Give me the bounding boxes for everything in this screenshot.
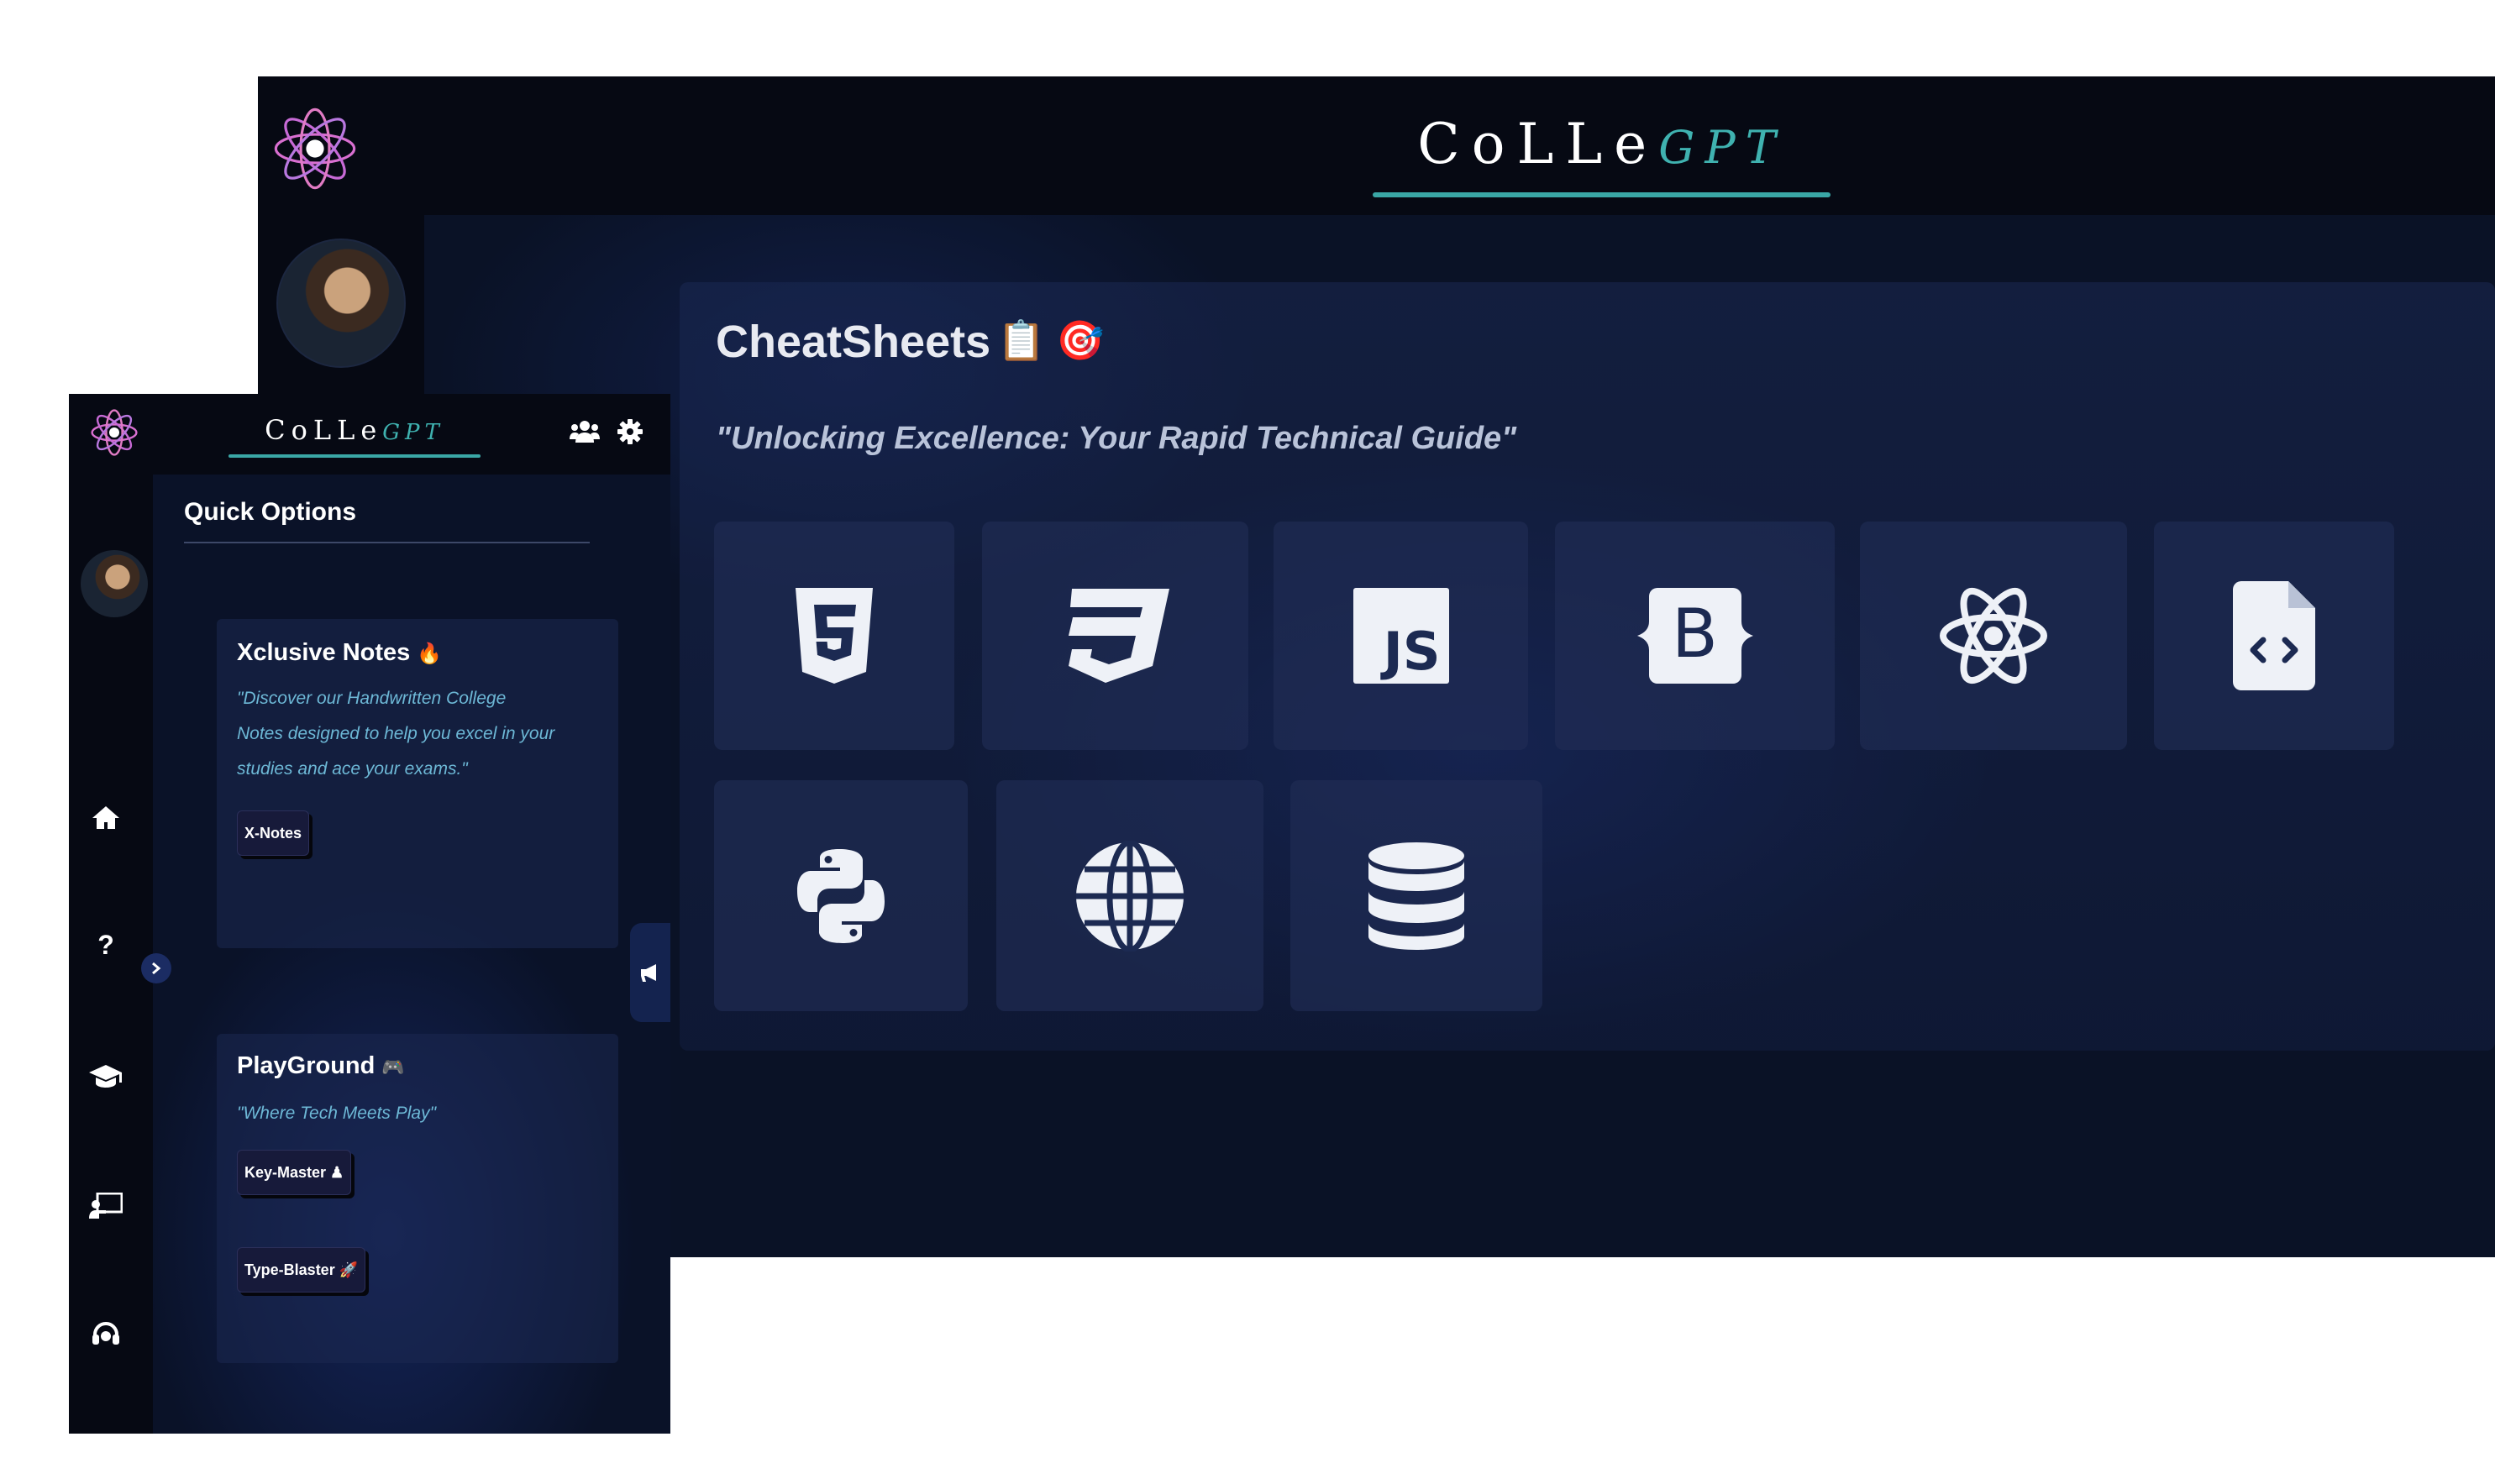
users-icon[interactable] [570,419,600,444]
desc-line: "Discover our Handwritten College [237,689,507,708]
brand-title: CoLLeGPT [1373,112,1831,179]
nav-support[interactable] [87,1316,124,1353]
css-cheatsheet-tile[interactable] [982,522,1248,750]
web-cheatsheet-tile[interactable] [996,780,1263,1011]
type-blaster-button[interactable]: Type-Blaster 🚀 [237,1247,366,1293]
app-logo-icon[interactable] [271,104,360,193]
brand-title-part-b: GPT [382,420,444,445]
bootstrap-cheatsheet-tile[interactable]: B [1555,522,1835,750]
question-icon: ? [97,929,114,960]
brand-underline [228,454,481,458]
gamepad-icon: 🎮 [381,1057,405,1078]
python-cheatsheet-tile[interactable] [714,780,968,1011]
css3-icon [1068,589,1169,683]
cheatsheets-title-icons: 📋 🎯 [997,318,1105,362]
brand-underline [1373,192,1831,197]
user-avatar[interactable] [276,239,406,368]
html-cheatsheet-tile[interactable] [714,522,954,750]
announcement-tab[interactable] [630,923,670,1022]
cheatsheets-panel: CheatSheets 📋 🎯 "Unlocking Excellence: Y… [680,282,2495,1051]
brand-title-part-a: CoLLe [265,414,383,446]
cheatsheets-subtitle: "Unlocking Excellence: Your Rapid Techni… [716,421,1517,456]
bootstrap-icon-label: B [1672,595,1718,673]
brand-title: CoLLeGPT [228,414,481,446]
quick-options-divider [184,542,590,543]
xclusive-notes-title: Xclusive Notes 🔥 [237,639,442,667]
code-file-cheatsheet-tile[interactable] [2154,522,2394,750]
playground-title-text: PlayGround [237,1052,376,1079]
globe-icon [1076,840,1184,952]
database-cheatsheet-tile[interactable] [1290,780,1542,1011]
xclusive-notes-card: Xclusive Notes 🔥 "Discover our Handwritt… [217,619,618,948]
javascript-icon-label: JS [1383,621,1441,682]
xclusive-notes-description: "Discover our Handwritten College Notes … [237,681,554,787]
xclusive-notes-title-text: Xclusive Notes [237,639,411,666]
user-avatar[interactable] [81,550,148,617]
python-icon [797,848,885,943]
javascript-cheatsheet-tile[interactable]: JS [1274,522,1528,750]
react-icon [1940,587,2047,684]
home-icon [92,806,119,829]
app-logo-icon[interactable] [89,407,139,458]
cheatsheets-title: CheatSheets [716,317,991,367]
playground-description: "Where Tech Meets Play" [237,1104,437,1123]
playground-card: PlayGround 🎮 "Where Tech Meets Play" Key… [217,1034,618,1363]
brand-title-part-a: CoLLe [1417,112,1659,176]
key-master-button[interactable]: Key-Master ♟ [237,1150,352,1195]
brand-title-part-b: GPT [1658,121,1786,174]
x-notes-button[interactable]: X-Notes [237,810,310,856]
chalkboard-teacher-icon [89,1193,123,1219]
desc-line: studies and ace your exams." [237,759,468,779]
react-cheatsheet-tile[interactable] [1860,522,2127,750]
desc-line: Notes designed to help you excel in your [237,724,555,743]
megaphone-icon [641,964,656,982]
playground-title: PlayGround 🎮 [237,1052,405,1080]
chevron-right-icon [152,962,161,975]
database-icon [1368,842,1464,950]
gear-icon[interactable] [617,419,643,444]
headset-icon [92,1322,119,1345]
nav-courses[interactable] [87,1057,124,1094]
file-code-icon [2233,581,2315,690]
javascript-icon: JS [1353,588,1449,684]
nav-home[interactable] [87,799,124,836]
nav-teaching[interactable] [87,1188,124,1224]
mobile-screenshot: CoLLeGPT ? Quick Options Xclusive Notes … [69,394,670,1434]
sidebar-expand-button[interactable] [141,953,171,983]
bootstrap-icon: B [1636,588,1753,684]
graduation-cap-icon [89,1065,122,1088]
quick-options-title: Quick Options [184,498,357,526]
nav-help[interactable]: ? [87,926,124,963]
html5-icon [796,588,873,684]
fire-icon: 🔥 [417,642,443,665]
